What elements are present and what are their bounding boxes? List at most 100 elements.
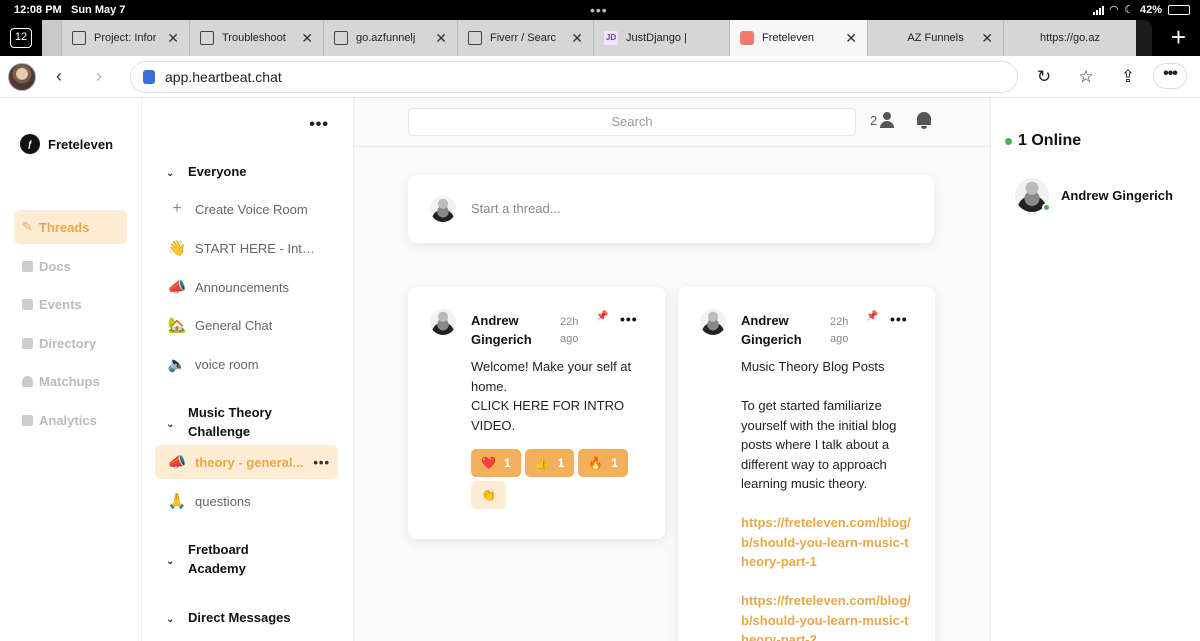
page-icon bbox=[468, 31, 482, 45]
thread-more-icon[interactable]: ••• bbox=[890, 311, 908, 327]
tab-go-az[interactable]: https://go.az bbox=[1004, 20, 1136, 56]
chevron-down-icon[interactable]: ⌄ bbox=[166, 403, 176, 434]
more-options-icon[interactable]: ••• bbox=[1154, 64, 1186, 88]
page-icon bbox=[334, 31, 348, 45]
contacts-icon bbox=[22, 337, 33, 349]
chart-icon bbox=[22, 414, 33, 426]
forward-arrow-icon[interactable]: › bbox=[96, 66, 102, 87]
thread-text: Music Theory Blog Posts bbox=[741, 359, 885, 374]
reaction-count: 1 bbox=[611, 456, 618, 470]
tab-freteleven[interactable]: Freteleven ✕ bbox=[730, 20, 868, 56]
reaction-heart[interactable]: ❤️ 1 bbox=[471, 449, 521, 477]
tab-project[interactable]: Project: Infor ✕ bbox=[62, 20, 190, 56]
close-icon[interactable]: ✕ bbox=[845, 30, 857, 47]
multitasking-dots-icon[interactable]: ••• bbox=[590, 2, 608, 18]
close-icon[interactable]: ✕ bbox=[301, 30, 313, 47]
url-field[interactable]: app.heartbeat.chat bbox=[130, 61, 1018, 93]
channel-start-here[interactable]: 👋 START HERE - Intro... bbox=[155, 231, 338, 265]
tab-title: Freteleven bbox=[762, 32, 814, 44]
tab-strip: Project: Infor ✕ Troubleshoot ✕ go.azfun… bbox=[42, 20, 1152, 56]
search-input[interactable]: Search bbox=[408, 108, 856, 136]
channel-theory-general[interactable]: 📣 theory - general... ••• bbox=[155, 445, 338, 479]
thread-feed: Search 2 Start a thread... Andrew Ginger… bbox=[354, 98, 990, 641]
online-user-name: Andrew Gingerich bbox=[1061, 187, 1173, 203]
calendar-icon bbox=[22, 298, 33, 310]
close-icon[interactable]: ✕ bbox=[435, 30, 447, 47]
profile-avatar[interactable] bbox=[8, 63, 36, 91]
brand[interactable]: ƒ Freteleven bbox=[20, 134, 113, 154]
create-voice-room-button[interactable]: + Create Voice Room bbox=[155, 192, 338, 226]
reload-icon[interactable]: ↻ bbox=[1034, 67, 1054, 87]
tab-fiverr[interactable]: Fiverr / Searc ✕ bbox=[458, 20, 594, 56]
avatar[interactable] bbox=[430, 309, 456, 335]
member-count-button[interactable]: 2 bbox=[870, 112, 895, 128]
tab-title: JustDjango | bbox=[626, 32, 687, 44]
avatar[interactable] bbox=[700, 309, 726, 335]
tab-troubleshoot[interactable]: Troubleshoot ✕ bbox=[190, 20, 324, 56]
plus-icon: + bbox=[172, 200, 182, 217]
chevron-down-icon[interactable]: ⌄ bbox=[166, 162, 176, 183]
new-tab-plus-icon[interactable]: + bbox=[1171, 24, 1186, 50]
nav-events[interactable]: Events bbox=[14, 287, 127, 321]
tab-justdjango[interactable]: JD JustDjango | bbox=[594, 20, 730, 56]
thread-author[interactable]: Andrew Gingerich bbox=[741, 311, 821, 349]
section-title: Direct Messages bbox=[188, 610, 291, 625]
status-indicators: ◠ ☾ 42% bbox=[1092, 3, 1190, 16]
thread-link[interactable]: https://freteleven.com/blog/b/should-you… bbox=[741, 513, 916, 572]
status-bar: 12:08 PM Sun May 7 ••• ◠ ☾ 42% bbox=[0, 0, 1200, 20]
nav-directory[interactable]: Directory bbox=[14, 326, 127, 360]
section-title: Music Theory Challenge bbox=[188, 405, 272, 439]
thread-author[interactable]: Andrew Gingerich bbox=[471, 311, 551, 349]
avatar bbox=[1015, 178, 1051, 212]
chevron-down-icon[interactable]: ⌄ bbox=[166, 608, 176, 629]
nav-analytics[interactable]: Analytics bbox=[14, 403, 127, 437]
tab-title: go.azfunnelj bbox=[356, 32, 416, 44]
close-icon[interactable]: ✕ bbox=[981, 30, 993, 47]
thread-more-icon[interactable]: ••• bbox=[620, 311, 638, 327]
tab-overflow-left[interactable] bbox=[42, 20, 62, 56]
section-music-theory[interactable]: ⌄ Music Theory Challenge bbox=[166, 403, 298, 441]
thread-text bbox=[741, 377, 916, 397]
channel-questions[interactable]: 🙏 questions bbox=[155, 484, 338, 518]
brand-name: Freteleven bbox=[48, 136, 114, 152]
nav-label: Threads bbox=[38, 219, 90, 235]
channel-announcements[interactable]: 📣 Announcements bbox=[155, 270, 338, 304]
close-icon[interactable]: ✕ bbox=[167, 30, 179, 47]
status-time: 12:08 PM bbox=[14, 4, 62, 16]
nav-label: Events bbox=[39, 296, 82, 312]
tab-azfunnel[interactable]: go.azfunnelj ✕ bbox=[324, 20, 458, 56]
tab-az-funnels[interactable]: AZ Funnels ✕ bbox=[868, 20, 1004, 56]
chevron-down-icon[interactable]: ⌄ bbox=[166, 540, 176, 571]
reaction-count: 1 bbox=[503, 456, 511, 470]
online-header: 1 Online bbox=[1005, 132, 1081, 150]
nav-matchups[interactable]: Matchups bbox=[14, 364, 127, 398]
add-reaction-button[interactable]: 👏 bbox=[471, 481, 506, 509]
section-direct-messages[interactable]: ⌄ Direct Messages bbox=[166, 608, 291, 629]
section-everyone[interactable]: ⌄ Everyone bbox=[166, 162, 247, 183]
tab-overview-button[interactable]: 12 bbox=[10, 28, 32, 48]
back-arrow-icon[interactable]: ‹ bbox=[56, 66, 62, 87]
share-icon[interactable]: ⇪ bbox=[1118, 67, 1138, 87]
online-status-icon bbox=[1042, 203, 1051, 212]
thread-card[interactable]: Andrew Gingerich 22h ago 📌 ••• Music The… bbox=[678, 287, 935, 641]
reaction-fire[interactable]: 🔥 1 bbox=[578, 449, 628, 477]
channel-label: Announcements bbox=[195, 279, 289, 295]
thread-timestamp: 22h ago bbox=[560, 316, 579, 345]
reaction-thumbs-up[interactable]: 👍 1 bbox=[524, 449, 575, 477]
thread-text bbox=[741, 494, 916, 514]
bookmark-star-icon[interactable]: ☆ bbox=[1076, 67, 1096, 87]
nav-threads[interactable]: ✎ Threads bbox=[14, 210, 127, 244]
close-icon[interactable]: ✕ bbox=[571, 30, 583, 47]
thread-body: Welcome! Make your self at home. CLICK H… bbox=[471, 357, 651, 435]
channel-general-chat[interactable]: 🏡 General Chat bbox=[155, 308, 338, 342]
thread-card[interactable]: Andrew Gingerich 22h ago 📌 ••• Welcome! … bbox=[408, 287, 665, 539]
bell-icon[interactable] bbox=[916, 112, 932, 130]
channel-voice-room[interactable]: 🔈 voice room bbox=[155, 347, 338, 381]
online-user[interactable]: Andrew Gingerich bbox=[1015, 178, 1173, 212]
channel-more-icon[interactable]: ••• bbox=[313, 455, 330, 470]
thread-link[interactable]: https://freteleven.com/blog/b/should-you… bbox=[741, 591, 916, 641]
channel-options-icon[interactable]: ••• bbox=[309, 116, 329, 134]
thread-composer[interactable]: Start a thread... bbox=[408, 175, 934, 243]
section-fretboard-academy[interactable]: ⌄ Fretboard Academy bbox=[166, 540, 278, 578]
nav-docs[interactable]: Docs bbox=[14, 249, 127, 283]
